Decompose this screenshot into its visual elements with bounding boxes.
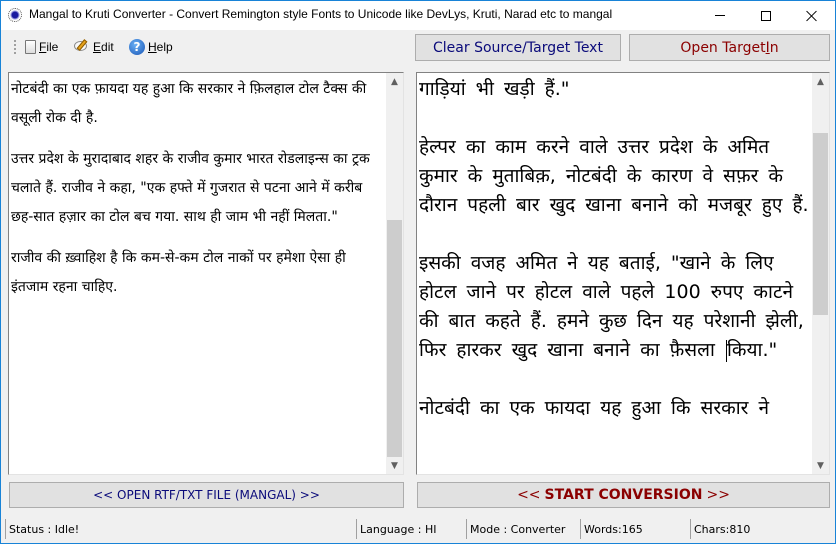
target-paragraph: गाड़ियां भी खड़ी हैं.": [419, 78, 570, 100]
source-text[interactable]: नोटबंदी का एक फ़ायदा यह हुआ कि सरकार ने …: [11, 75, 384, 474]
scroll-down-arrow-icon[interactable]: ▼: [386, 457, 403, 474]
language-indicator: Language : HI: [356, 519, 437, 539]
char-count: Chars:810: [690, 519, 750, 539]
source-text-area[interactable]: नोटबंदी का एक फ़ायदा यह हुआ कि सरकार ने …: [8, 72, 404, 475]
scroll-down-arrow-icon[interactable]: ▼: [812, 457, 829, 474]
target-paragraph-tail: किया.": [727, 339, 778, 361]
convert-prefix: <<: [517, 487, 541, 503]
close-icon: [806, 10, 818, 22]
target-text-area[interactable]: गाड़ियां भी खड़ी हैं." हेल्पर का काम करन…: [416, 72, 830, 475]
help-icon: ?: [129, 39, 145, 55]
maximize-icon: [761, 10, 771, 21]
file-icon: [25, 40, 36, 54]
source-paragraph: राजीव की ख़्वाहिश है कि कम-से-कम टोल नाक…: [11, 250, 351, 295]
scroll-thumb[interactable]: [813, 133, 828, 315]
target-scrollbar[interactable]: ▲ ▼: [812, 73, 829, 474]
close-button[interactable]: [789, 1, 835, 30]
menu-help-label: Help: [148, 40, 173, 54]
word-count: Words:165: [580, 519, 643, 539]
source-scrollbar[interactable]: ▲ ▼: [386, 73, 403, 474]
minimize-icon: [715, 15, 725, 16]
edit-icon: [74, 39, 90, 55]
menu-help[interactable]: ? Help: [129, 38, 173, 56]
open-rtf-txt-file-button[interactable]: << OPEN RTF/TXT FILE (MANGAL) >>: [9, 482, 404, 508]
menu-file-label: File: [39, 40, 59, 54]
clear-source-target-button[interactable]: Clear Source/Target Text: [415, 34, 621, 61]
convert-suffix: >>: [706, 487, 730, 503]
window-title: Mangal to Kruti Converter - Convert Remi…: [29, 7, 613, 21]
target-paragraph: नोटबंदी का एक फायदा यह हुआ कि सरकार ने: [419, 397, 770, 419]
source-paragraph: नोटबंदी का एक फ़ायदा यह हुआ कि सरकार ने …: [11, 81, 371, 126]
minimize-button[interactable]: [697, 1, 743, 30]
open-target-in-button[interactable]: Open Target In: [629, 34, 830, 61]
maximize-button[interactable]: [743, 1, 789, 30]
status-text: Status : Idle!: [5, 519, 79, 539]
status-bar: Status : Idle! Language : HI Mode : Conv…: [1, 515, 835, 543]
target-text[interactable]: गाड़ियां भी खड़ी हैं." हेल्पर का काम करन…: [419, 75, 810, 474]
menu-edit[interactable]: Edit: [74, 38, 114, 56]
menu-edit-label: Edit: [93, 40, 114, 54]
open-target-label-pre: Open Target: [680, 39, 766, 56]
target-paragraph: इसकी वजह अमित ने यह बताई, "खाने के लिए ह…: [419, 249, 810, 365]
convert-label: START CONVERSION: [544, 487, 703, 503]
source-paragraph: उत्तर प्रदेश के मुरादाबाद शहर के राजीव क…: [11, 151, 375, 225]
scroll-up-arrow-icon[interactable]: ▲: [812, 73, 829, 90]
toolbar-grip[interactable]: [14, 40, 16, 56]
mode-indicator: Mode : Converter: [466, 519, 565, 539]
scroll-up-arrow-icon[interactable]: ▲: [386, 73, 403, 90]
app-icon: [8, 8, 22, 22]
start-conversion-button[interactable]: << START CONVERSION >>: [417, 482, 830, 508]
app-window: Mangal to Kruti Converter - Convert Remi…: [0, 0, 836, 544]
scroll-thumb[interactable]: [387, 220, 402, 457]
open-target-label-post: n: [769, 39, 779, 56]
target-paragraph: हेल्पर का काम करने वाले उत्तर प्रदेश के …: [419, 136, 809, 216]
menu-file[interactable]: File: [23, 38, 58, 56]
menu-bar: File Edit ? Help: [1, 31, 411, 61]
title-bar: Mangal to Kruti Converter - Convert Remi…: [1, 1, 835, 30]
